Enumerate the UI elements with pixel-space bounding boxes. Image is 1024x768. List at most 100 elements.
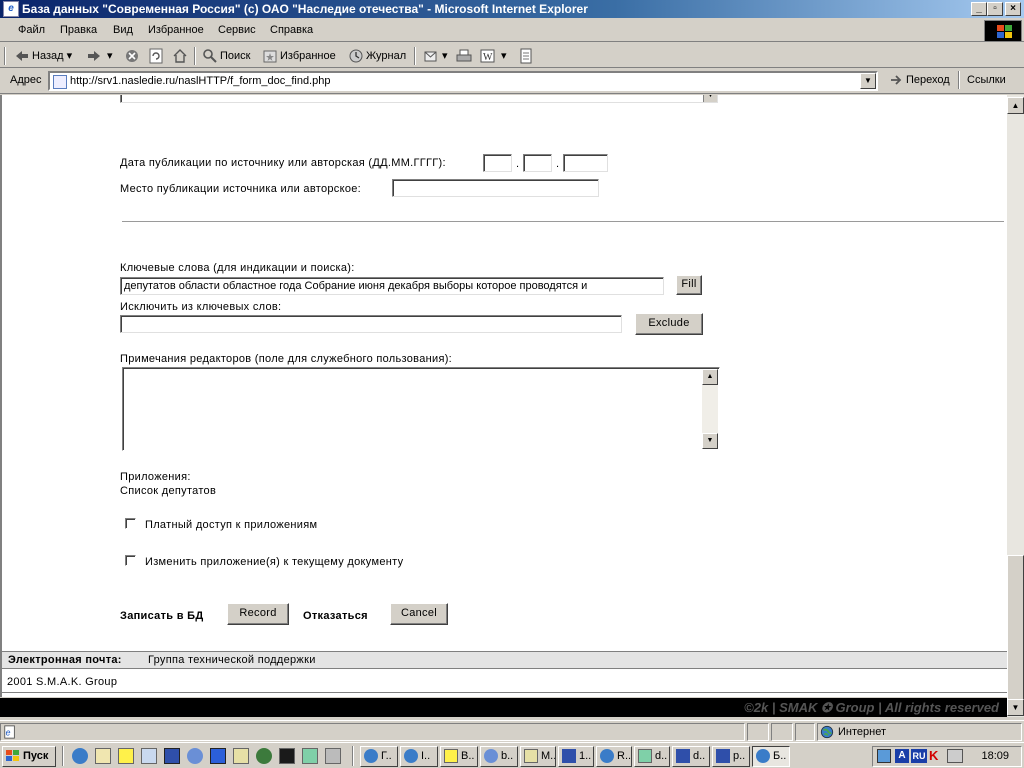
go-button[interactable]: Переход — [888, 72, 950, 88]
history-button[interactable]: Журнал — [348, 48, 406, 64]
folder-quicklaunch-icon[interactable] — [233, 748, 249, 764]
task-button[interactable]: b.. — [480, 746, 518, 767]
speaker-icon[interactable] — [947, 749, 963, 763]
network-icon[interactable] — [877, 749, 891, 763]
scroll-thumb[interactable] — [1007, 555, 1024, 701]
select-arrow-icon: ▼ — [703, 95, 717, 102]
maximize-button[interactable]: ▫ — [987, 2, 1003, 16]
menu-file[interactable]: Файл — [18, 24, 45, 36]
task-button[interactable]: p.. — [712, 746, 750, 767]
record-button[interactable]: Record — [227, 603, 289, 625]
cancel-button[interactable]: Cancel — [390, 603, 448, 625]
close-button[interactable]: × — [1005, 2, 1021, 16]
menu-bar: Файл Правка Вид Избранное Сервис Справка — [0, 20, 1024, 42]
exclude-button[interactable]: Exclude — [635, 313, 703, 335]
pub-day-input[interactable] — [483, 154, 512, 172]
task-button-active[interactable]: Б.. — [752, 746, 790, 767]
taskbar: Пуск Г.. I.. В.. b.. M.. 1.. R.. d.. d..… — [0, 742, 1024, 768]
task-button[interactable]: d.. — [672, 746, 710, 767]
pub-month-input[interactable] — [523, 154, 552, 172]
attachments-value: Список депутатов — [120, 485, 217, 497]
mail-button[interactable]: ▾ — [424, 48, 448, 64]
menu-edit[interactable]: Правка — [60, 24, 97, 36]
discuss-button[interactable] — [518, 48, 536, 64]
app-quicklaunch-icon[interactable] — [256, 748, 272, 764]
address-field[interactable]: http://srv1.nasledie.ru/naslHTTP/f_form_… — [48, 71, 878, 91]
back-button[interactable]: Назад ▾ — [14, 48, 72, 64]
search-quicklaunch-icon[interactable] — [141, 748, 157, 764]
app-quicklaunch-icon[interactable] — [210, 748, 226, 764]
language-indicator[interactable]: RU — [911, 749, 927, 763]
minimize-button[interactable]: _ — [971, 2, 987, 16]
favorites-button[interactable]: Избранное — [262, 48, 336, 64]
address-url[interactable]: http://srv1.nasledie.ru/naslHTTP/f_form_… — [70, 75, 330, 87]
scroll-down-icon[interactable]: ▼ — [702, 433, 718, 449]
outlook-quicklaunch-icon[interactable] — [187, 748, 203, 764]
app-quicklaunch-icon[interactable] — [325, 748, 341, 764]
address-dropdown-icon[interactable]: ▼ — [860, 73, 876, 89]
scroll-up-icon[interactable]: ▲ — [702, 369, 718, 385]
paid-access-checkbox[interactable] — [125, 518, 136, 529]
print-button[interactable] — [456, 48, 474, 64]
change-attachment-checkbox[interactable] — [125, 555, 136, 566]
home-button[interactable] — [172, 48, 190, 64]
window-title: База данных "Современная Россия" (с) ОАО… — [22, 2, 588, 16]
date-dot: . — [516, 158, 520, 170]
task-button[interactable]: 1.. — [558, 746, 594, 767]
pub-year-input[interactable] — [563, 154, 608, 172]
fill-button[interactable]: Fill — [676, 275, 702, 295]
clock[interactable]: 18:09 — [981, 750, 1009, 762]
pub-date-label: Дата публикации по источнику или авторск… — [120, 157, 446, 169]
app-icon — [484, 749, 498, 763]
support-link[interactable]: Группа технической поддержки — [148, 654, 316, 666]
forward-button[interactable]: ▾ — [86, 48, 113, 64]
task-button[interactable]: I.. — [400, 746, 438, 767]
app-quicklaunch-icon[interactable] — [118, 748, 134, 764]
menu-view[interactable]: Вид — [113, 24, 133, 36]
font-icon[interactable]: A — [895, 749, 909, 763]
scroll-up-icon[interactable]: ▲ — [1007, 97, 1024, 114]
task-button[interactable]: В.. — [440, 746, 478, 767]
task-button[interactable]: d.. — [634, 746, 670, 767]
app-quicklaunch-icon[interactable] — [279, 748, 295, 764]
app-icon — [444, 749, 458, 763]
word-quicklaunch-icon[interactable] — [164, 748, 180, 764]
page-status-icon: e — [4, 725, 15, 739]
refresh-button[interactable] — [148, 48, 166, 64]
ie-icon — [404, 749, 418, 763]
svg-text:W: W — [483, 52, 493, 63]
exclude-label: Исключить из ключевых слов: — [120, 301, 282, 313]
ie-icon — [364, 749, 378, 763]
edit-word-button[interactable]: W ▾ — [480, 48, 507, 64]
task-button[interactable]: Г.. — [360, 746, 398, 767]
links-button[interactable]: Ссылки — [967, 72, 1006, 88]
search-button[interactable]: Поиск — [202, 48, 250, 64]
notes-scrollbar[interactable]: ▲ ▼ — [702, 369, 718, 449]
rights-banner: ©2k | SMAK ✪ Group | All rights reserved — [0, 698, 1007, 717]
folder-icon — [524, 749, 538, 763]
pub-place-input[interactable] — [392, 179, 599, 197]
start-button[interactable]: Пуск — [2, 746, 56, 767]
menu-help[interactable]: Справка — [270, 24, 313, 36]
menu-tools[interactable]: Сервис — [218, 24, 256, 36]
keywords-input[interactable]: депутатов области областное года Собрани… — [120, 277, 664, 295]
zone-label: Интернет — [838, 726, 886, 738]
scroll-down-icon[interactable]: ▼ — [1007, 699, 1024, 716]
top-select[interactable]: ▼ — [120, 95, 718, 103]
task-button[interactable]: R.. — [596, 746, 632, 767]
notepad-quicklaunch-icon[interactable] — [95, 748, 111, 764]
task-button[interactable]: M.. — [520, 746, 556, 767]
exclude-input[interactable] — [120, 315, 622, 333]
menu-favorites[interactable]: Избранное — [148, 24, 204, 36]
go-arrow-icon — [891, 75, 902, 85]
app-quicklaunch-icon[interactable] — [302, 748, 318, 764]
stop-button[interactable] — [124, 48, 142, 64]
page-scrollbar[interactable]: ▲ ▼ — [1007, 95, 1024, 717]
ie-quicklaunch-icon[interactable] — [72, 748, 88, 764]
copyright-text: 2001 S.M.A.K. Group — [7, 676, 118, 688]
notes-textarea[interactable]: ▲ ▼ — [122, 367, 720, 451]
document-icon — [520, 48, 532, 64]
ie-window: e База данных "Современная Россия" (с) О… — [0, 0, 1024, 768]
antivirus-icon[interactable]: K — [929, 749, 943, 763]
globe-icon — [820, 725, 834, 739]
